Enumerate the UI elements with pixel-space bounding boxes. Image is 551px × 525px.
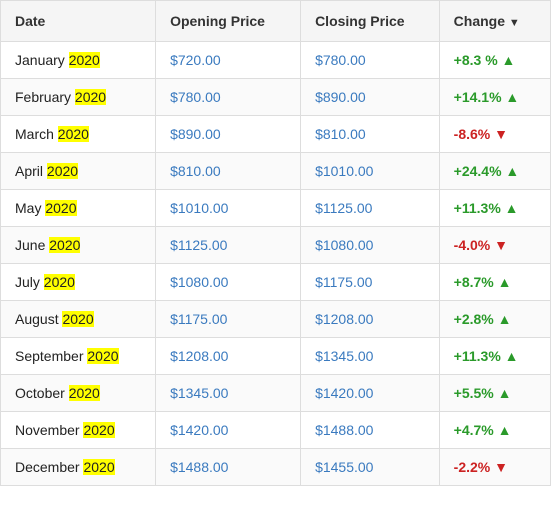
table-row: July 2020 $1080.00 $1175.00 +8.7% bbox=[1, 264, 551, 301]
change-cell: +8.3 % bbox=[439, 42, 550, 79]
year-highlight: 2020 bbox=[87, 348, 118, 364]
date-cell: July 2020 bbox=[1, 264, 156, 301]
year-highlight: 2020 bbox=[58, 126, 89, 142]
opening-price-cell: $1125.00 bbox=[156, 227, 301, 264]
change-cell: +2.8% bbox=[439, 301, 550, 338]
year-highlight: 2020 bbox=[44, 274, 75, 290]
sort-icon: ▼ bbox=[509, 17, 520, 29]
date-cell: October 2020 bbox=[1, 375, 156, 412]
year-highlight: 2020 bbox=[62, 311, 93, 327]
change-cell: -8.6% bbox=[439, 116, 550, 153]
table-row: March 2020 $890.00 $810.00 -8.6% bbox=[1, 116, 551, 153]
table-row: June 2020 $1125.00 $1080.00 -4.0% bbox=[1, 227, 551, 264]
change-column-header[interactable]: Change ▼ bbox=[439, 1, 550, 42]
opening-price-cell: $1488.00 bbox=[156, 449, 301, 486]
opening-price-cell: $1420.00 bbox=[156, 412, 301, 449]
change-cell: +8.7% bbox=[439, 264, 550, 301]
closing-price-cell: $780.00 bbox=[301, 42, 440, 79]
year-highlight: 2020 bbox=[83, 459, 114, 475]
closing-price-cell: $1420.00 bbox=[301, 375, 440, 412]
year-highlight: 2020 bbox=[47, 163, 78, 179]
date-cell: January 2020 bbox=[1, 42, 156, 79]
date-cell: August 2020 bbox=[1, 301, 156, 338]
change-cell: +14.1% bbox=[439, 79, 550, 116]
change-cell: +11.3% bbox=[439, 190, 550, 227]
table-row: May 2020 $1010.00 $1125.00 +11.3% bbox=[1, 190, 551, 227]
year-highlight: 2020 bbox=[69, 52, 100, 68]
price-table: Date Opening Price Closing Price Change … bbox=[0, 0, 551, 486]
table-row: September 2020 $1208.00 $1345.00 +11.3% bbox=[1, 338, 551, 375]
year-highlight: 2020 bbox=[45, 200, 76, 216]
closing-price-cell: $1010.00 bbox=[301, 153, 440, 190]
table-row: November 2020 $1420.00 $1488.00 +4.7% bbox=[1, 412, 551, 449]
closing-price-cell: $1080.00 bbox=[301, 227, 440, 264]
date-cell: September 2020 bbox=[1, 338, 156, 375]
year-highlight: 2020 bbox=[83, 422, 114, 438]
opening-price-cell: $1175.00 bbox=[156, 301, 301, 338]
date-cell: May 2020 bbox=[1, 190, 156, 227]
closing-price-cell: $810.00 bbox=[301, 116, 440, 153]
opening-price-column-header: Opening Price bbox=[156, 1, 301, 42]
table-row: April 2020 $810.00 $1010.00 +24.4% bbox=[1, 153, 551, 190]
closing-price-cell: $890.00 bbox=[301, 79, 440, 116]
date-cell: June 2020 bbox=[1, 227, 156, 264]
closing-price-column-header: Closing Price bbox=[301, 1, 440, 42]
opening-price-cell: $890.00 bbox=[156, 116, 301, 153]
opening-price-cell: $810.00 bbox=[156, 153, 301, 190]
date-column-header: Date bbox=[1, 1, 156, 42]
change-cell: +4.7% bbox=[439, 412, 550, 449]
opening-price-cell: $780.00 bbox=[156, 79, 301, 116]
change-cell: +11.3% bbox=[439, 338, 550, 375]
closing-price-cell: $1345.00 bbox=[301, 338, 440, 375]
table-row: December 2020 $1488.00 $1455.00 -2.2% bbox=[1, 449, 551, 486]
closing-price-cell: $1455.00 bbox=[301, 449, 440, 486]
date-cell: March 2020 bbox=[1, 116, 156, 153]
table-row: January 2020 $720.00 $780.00 +8.3 % bbox=[1, 42, 551, 79]
closing-price-cell: $1125.00 bbox=[301, 190, 440, 227]
change-cell: +5.5% bbox=[439, 375, 550, 412]
opening-price-cell: $720.00 bbox=[156, 42, 301, 79]
change-cell: +24.4% bbox=[439, 153, 550, 190]
opening-price-cell: $1208.00 bbox=[156, 338, 301, 375]
table-header-row: Date Opening Price Closing Price Change … bbox=[1, 1, 551, 42]
opening-price-cell: $1080.00 bbox=[156, 264, 301, 301]
year-highlight: 2020 bbox=[75, 89, 106, 105]
date-cell: November 2020 bbox=[1, 412, 156, 449]
change-cell: -2.2% bbox=[439, 449, 550, 486]
date-cell: February 2020 bbox=[1, 79, 156, 116]
year-highlight: 2020 bbox=[49, 237, 80, 253]
date-cell: December 2020 bbox=[1, 449, 156, 486]
closing-price-cell: $1175.00 bbox=[301, 264, 440, 301]
change-cell: -4.0% bbox=[439, 227, 550, 264]
closing-price-cell: $1208.00 bbox=[301, 301, 440, 338]
table-row: August 2020 $1175.00 $1208.00 +2.8% bbox=[1, 301, 551, 338]
table-row: February 2020 $780.00 $890.00 +14.1% bbox=[1, 79, 551, 116]
opening-price-cell: $1010.00 bbox=[156, 190, 301, 227]
table-row: October 2020 $1345.00 $1420.00 +5.5% bbox=[1, 375, 551, 412]
closing-price-cell: $1488.00 bbox=[301, 412, 440, 449]
year-highlight: 2020 bbox=[69, 385, 100, 401]
opening-price-cell: $1345.00 bbox=[156, 375, 301, 412]
date-cell: April 2020 bbox=[1, 153, 156, 190]
